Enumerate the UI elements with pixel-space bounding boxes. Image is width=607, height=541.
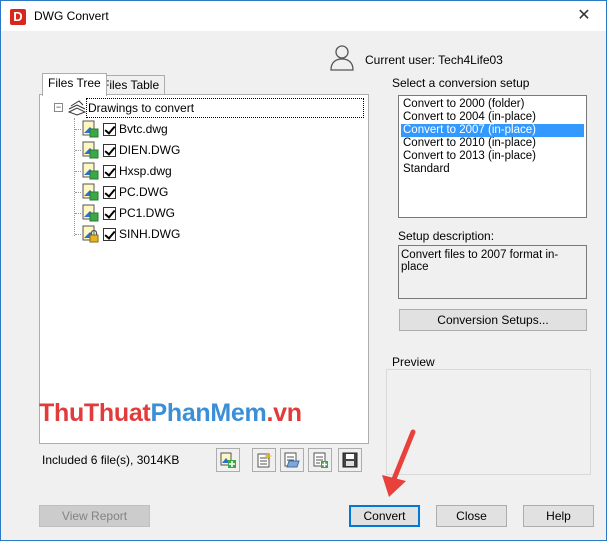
status-text: Included 6 file(s), 3014KB bbox=[42, 453, 180, 467]
app-icon: D bbox=[10, 9, 26, 25]
file-checkbox[interactable] bbox=[103, 207, 116, 220]
file-name: Bvtc.dwg bbox=[119, 122, 168, 136]
file-name: PC.DWG bbox=[119, 185, 169, 199]
dwg-file-icon bbox=[82, 141, 99, 159]
convert-button[interactable]: Convert bbox=[349, 505, 420, 527]
dwg-convert-window: D DWG Convert ✕ Current user: Tech4Life0… bbox=[0, 0, 607, 541]
setup-option[interactable]: Convert to 2010 (in-place) bbox=[401, 137, 584, 150]
file-name: DIEN.DWG bbox=[119, 143, 181, 157]
title-bar: D DWG Convert ✕ bbox=[1, 1, 606, 31]
tree-file-item[interactable]: PC1.DWG bbox=[75, 203, 275, 223]
setup-description-label: Setup description: bbox=[398, 229, 495, 243]
file-name: Hxsp.dwg bbox=[119, 164, 172, 178]
help-button[interactable]: Help bbox=[523, 505, 594, 527]
tree-file-item[interactable]: Bvtc.dwg bbox=[75, 119, 275, 139]
append-list-button[interactable] bbox=[308, 448, 332, 472]
new-list-button[interactable] bbox=[252, 448, 276, 472]
conversion-setup-label: Select a conversion setup bbox=[392, 76, 530, 90]
save-list-button[interactable] bbox=[338, 448, 362, 472]
add-file-icon bbox=[220, 452, 236, 468]
dwg-file-icon bbox=[82, 162, 99, 180]
file-name: PC1.DWG bbox=[119, 206, 176, 220]
user-icon bbox=[330, 45, 354, 71]
watermark: ThuThuatPhanMem.vn bbox=[39, 399, 302, 427]
add-files-button[interactable] bbox=[216, 448, 240, 472]
file-checkbox[interactable] bbox=[103, 228, 116, 241]
file-checkbox[interactable] bbox=[103, 165, 116, 178]
tree-file-item[interactable]: DIEN.DWG bbox=[75, 140, 275, 160]
tab-files-tree[interactable]: Files Tree bbox=[42, 73, 107, 96]
conversion-setup-list[interactable]: Convert to 2000 (folder) Convert to 2004… bbox=[398, 95, 587, 218]
file-checkbox[interactable] bbox=[103, 123, 116, 136]
append-list-icon bbox=[313, 452, 328, 468]
drawings-stack-icon bbox=[68, 100, 86, 116]
open-list-button[interactable] bbox=[280, 448, 304, 472]
file-checkbox[interactable] bbox=[103, 144, 116, 157]
file-name: SINH.DWG bbox=[119, 227, 181, 241]
tree-file-item[interactable]: Hxsp.dwg bbox=[75, 161, 275, 181]
dwg-file-icon bbox=[82, 120, 99, 138]
file-checkbox[interactable] bbox=[103, 186, 116, 199]
dwg-file-locked-icon bbox=[82, 225, 99, 243]
view-report-button[interactable]: View Report bbox=[39, 505, 150, 527]
dwg-file-icon bbox=[82, 183, 99, 201]
window-title: DWG Convert bbox=[34, 9, 109, 23]
new-list-icon bbox=[257, 452, 272, 468]
save-icon bbox=[342, 452, 358, 468]
open-list-icon bbox=[284, 452, 300, 468]
conversion-setups-button[interactable]: Conversion Setups... bbox=[399, 309, 587, 331]
close-button[interactable]: Close bbox=[436, 505, 507, 527]
setup-option[interactable]: Standard bbox=[401, 163, 584, 176]
collapse-icon[interactable]: − bbox=[54, 103, 63, 112]
setup-description-box: Convert files to 2007 format in-place bbox=[398, 245, 587, 299]
dwg-file-icon bbox=[82, 204, 99, 222]
preview-label: Preview bbox=[392, 355, 435, 369]
current-user-label: Current user: Tech4Life03 bbox=[365, 53, 503, 67]
red-arrow-annotation bbox=[382, 429, 416, 497]
setup-option[interactable]: Convert to 2000 (folder) bbox=[401, 98, 584, 111]
close-icon[interactable]: ✕ bbox=[574, 6, 594, 26]
setup-option[interactable]: Convert to 2013 (in-place) bbox=[401, 150, 584, 163]
tree-file-item[interactable]: SINH.DWG bbox=[75, 224, 275, 244]
setup-option[interactable]: Convert to 2004 (in-place) bbox=[401, 111, 584, 124]
tree-root-label[interactable]: Drawings to convert bbox=[86, 98, 364, 118]
tree-file-item[interactable]: PC.DWG bbox=[75, 182, 275, 202]
setup-option-selected[interactable]: Convert to 2007 (in-place) bbox=[401, 124, 584, 137]
